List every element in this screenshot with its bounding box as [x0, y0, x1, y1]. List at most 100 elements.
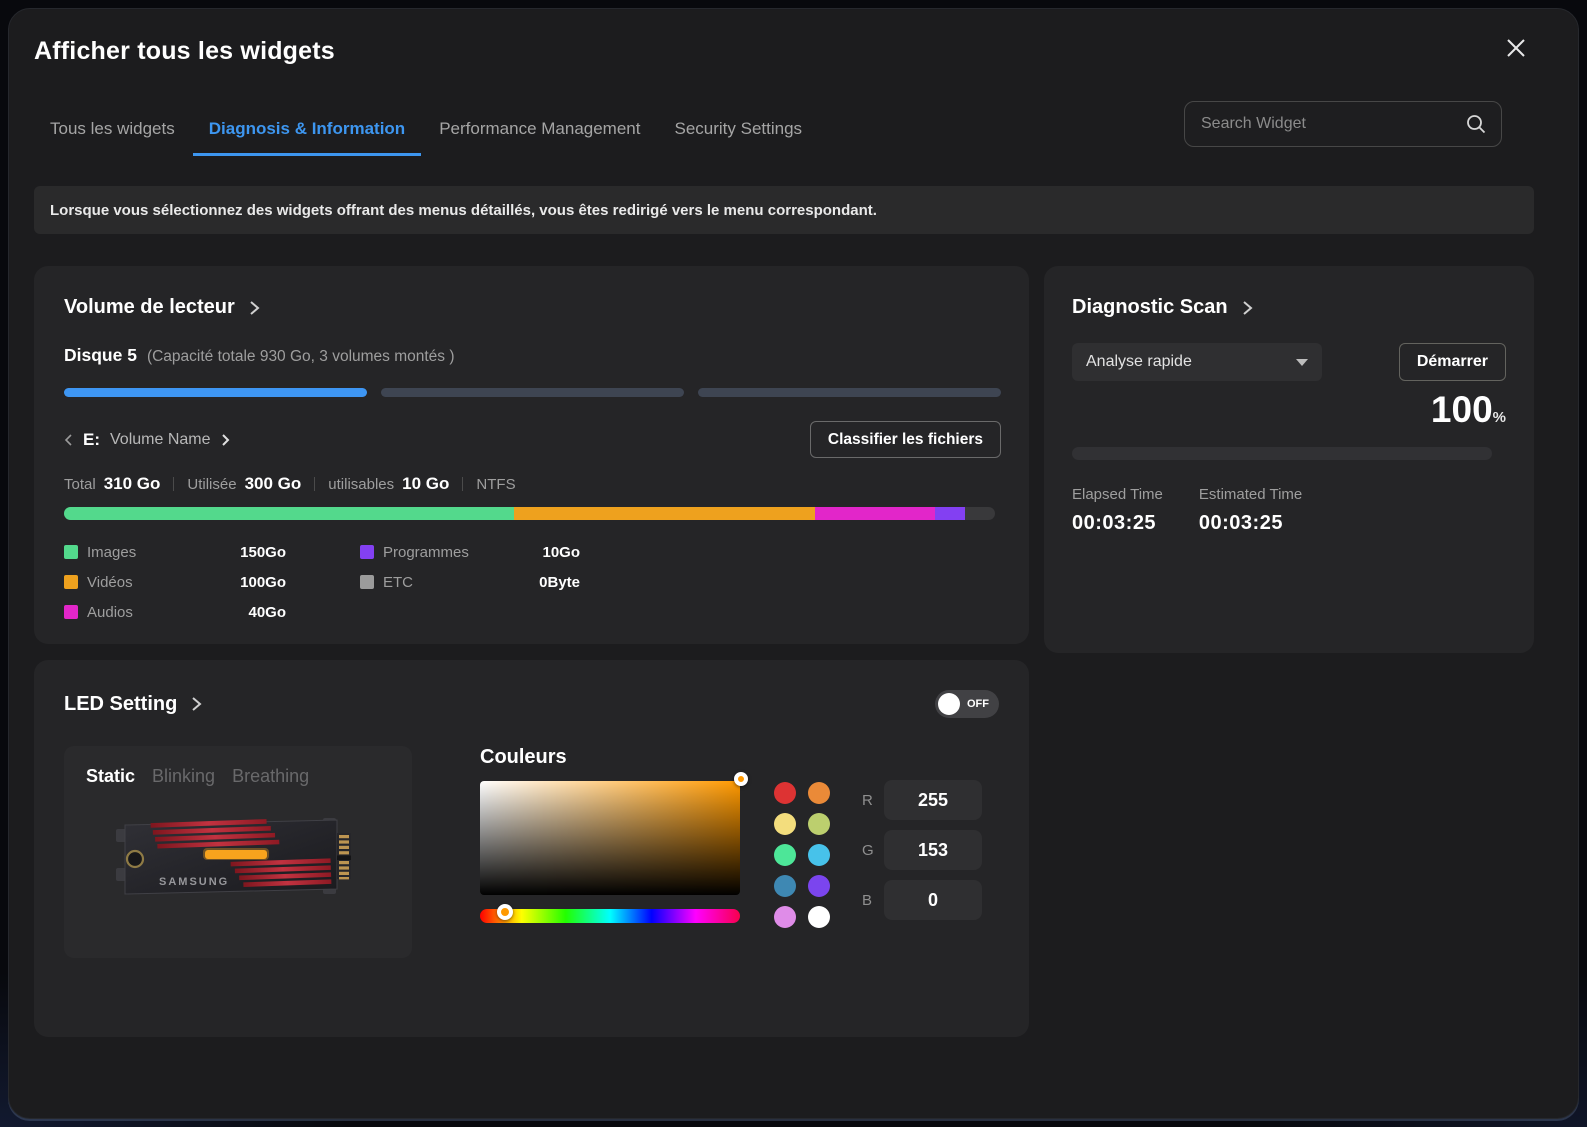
toggle-knob: [938, 693, 960, 715]
usage-bar: [64, 507, 995, 520]
gradient-selector-knob[interactable]: [734, 772, 748, 786]
disk-capacity-info: (Capacité totale 930 Go, 3 volumes monté…: [147, 348, 455, 366]
ssd-image: SAMSUNG: [113, 805, 363, 905]
tab-bar: Tous les widgets Diagnosis & Information…: [34, 119, 818, 156]
tab-diagnosis-information[interactable]: Diagnosis & Information: [193, 119, 421, 156]
volume-bars: [64, 388, 1001, 397]
r-input[interactable]: [884, 780, 982, 820]
elapsed-time-value: 00:03:25: [1072, 512, 1163, 535]
rgb-row-b: B: [862, 880, 982, 920]
disk-info-row: Disque 5 (Capacité totale 930 Go, 3 volu…: [64, 345, 1001, 366]
g-input[interactable]: [884, 830, 982, 870]
widgets-modal: Afficher tous les widgets Tous les widge…: [8, 8, 1579, 1119]
r-label: R: [862, 792, 878, 809]
colors-title: Couleurs: [480, 746, 740, 769]
led-setting-title[interactable]: LED Setting: [64, 693, 177, 716]
volume-bar-3[interactable]: [698, 388, 1001, 397]
stat-total-value: 310 Go: [104, 474, 161, 494]
hue-slider[interactable]: [480, 909, 740, 923]
swatch-green[interactable]: [774, 844, 796, 866]
legend-value-videos: 100Go: [240, 574, 286, 591]
legend-item-videos: Vidéos 100Go: [64, 567, 286, 597]
estimated-time-label: Estimated Time: [1199, 486, 1302, 503]
swatch-red[interactable]: [774, 782, 796, 804]
led-content: Static Blinking Breathing: [64, 746, 999, 958]
usage-segment-vidéos: [514, 507, 814, 520]
swatch-white[interactable]: [808, 906, 830, 928]
legend-label-images: Images: [87, 544, 240, 561]
tab-security-settings[interactable]: Security Settings: [658, 119, 818, 156]
volume-name: Volume Name: [110, 431, 211, 449]
mode-tab-breathing[interactable]: Breathing: [232, 766, 309, 787]
hue-slider-knob[interactable]: [497, 904, 513, 920]
scan-times-row: Elapsed Time 00:03:25 Estimated Time 00:…: [1072, 486, 1506, 535]
percent-value: 100: [1431, 389, 1493, 430]
volume-bar-1[interactable]: [64, 388, 367, 397]
legend-swatch-audios: [64, 605, 78, 619]
stat-usable-value: 10 Go: [402, 474, 449, 494]
divider: [314, 477, 315, 491]
swatch-yellow-green[interactable]: [808, 813, 830, 835]
stat-used-label: Utilisée: [187, 476, 236, 493]
rgb-row-g: G: [862, 830, 982, 870]
legend-swatch-videos: [64, 575, 78, 589]
legend-item-audios: Audios 40Go: [64, 597, 286, 627]
stat-used-value: 300 Go: [245, 474, 302, 494]
legend-swatch-programmes: [360, 545, 374, 559]
scan-type-select[interactable]: Analyse rapide: [1072, 343, 1322, 381]
swatch-steel-blue[interactable]: [774, 875, 796, 897]
swatch-yellow[interactable]: [774, 813, 796, 835]
start-scan-button[interactable]: Démarrer: [1399, 343, 1506, 381]
search-input[interactable]: [1201, 115, 1465, 133]
scan-progress-percent: 100%: [1072, 389, 1506, 431]
legend-item-programmes: Programmes 10Go: [360, 537, 580, 567]
stat-filesystem: NTFS: [476, 476, 515, 493]
ssd-brand-text: SAMSUNG: [159, 876, 229, 888]
search-icon[interactable]: [1465, 113, 1487, 135]
swatch-orange[interactable]: [808, 782, 830, 804]
saturation-value-gradient[interactable]: [480, 781, 740, 895]
tab-tous-les-widgets[interactable]: Tous les widgets: [34, 119, 191, 156]
stat-used: Utilisée 300 Go: [187, 474, 301, 494]
led-toggle[interactable]: OFF: [935, 690, 999, 718]
led-setting-widget: LED Setting OFF Static Blinking Breathin…: [34, 660, 1029, 1037]
led-mode-panel: Static Blinking Breathing: [64, 746, 412, 958]
legend-value-programmes: 10Go: [542, 544, 580, 561]
stat-total-label: Total: [64, 476, 96, 493]
classify-files-button[interactable]: Classifier les fichiers: [810, 421, 1001, 458]
color-swatches: [774, 782, 830, 928]
toggle-state-label: OFF: [967, 698, 989, 710]
legend-item-images: Images 150Go: [64, 537, 286, 567]
swatch-violet[interactable]: [808, 875, 830, 897]
volume-bar-2[interactable]: [381, 388, 684, 397]
drive-volume-header[interactable]: Volume de lecteur: [64, 296, 1001, 319]
volume-nav-row: E: Volume Name Classifier les fichiers: [64, 421, 1001, 458]
close-button[interactable]: [1501, 33, 1531, 63]
mode-tab-static[interactable]: Static: [86, 766, 135, 787]
info-banner-text: Lorsque vous sélectionnez des widgets of…: [50, 202, 877, 219]
legend-label-programmes: Programmes: [383, 544, 542, 561]
elapsed-time-label: Elapsed Time: [1072, 486, 1163, 503]
chevron-right-icon: [249, 300, 260, 316]
chevron-right-icon[interactable]: [221, 433, 230, 447]
legend-label-etc: ETC: [383, 574, 539, 591]
mode-tab-blinking[interactable]: Blinking: [152, 766, 215, 787]
usage-segment-programmes: [935, 507, 965, 520]
close-icon: [1505, 37, 1527, 59]
g-label: G: [862, 842, 878, 859]
swatch-pink[interactable]: [774, 906, 796, 928]
tab-performance-management[interactable]: Performance Management: [423, 119, 656, 156]
legend-swatch-images: [64, 545, 78, 559]
rgb-fields: R G B: [862, 780, 982, 930]
usage-legend: Images 150Go Vidéos 100Go Audios 40Go Pr…: [64, 537, 1001, 627]
drive-letter: E:: [83, 430, 100, 450]
diagnostic-scan-header[interactable]: Diagnostic Scan: [1072, 296, 1506, 319]
diagnostic-controls: Analyse rapide Démarrer: [1072, 343, 1506, 381]
chevron-left-icon[interactable]: [64, 433, 73, 447]
usage-segment-audios: [815, 507, 935, 520]
legend-value-images: 150Go: [240, 544, 286, 561]
b-input[interactable]: [884, 880, 982, 920]
chevron-right-icon: [1242, 300, 1253, 316]
legend-item-etc: ETC 0Byte: [360, 567, 580, 597]
swatch-cyan[interactable]: [808, 844, 830, 866]
